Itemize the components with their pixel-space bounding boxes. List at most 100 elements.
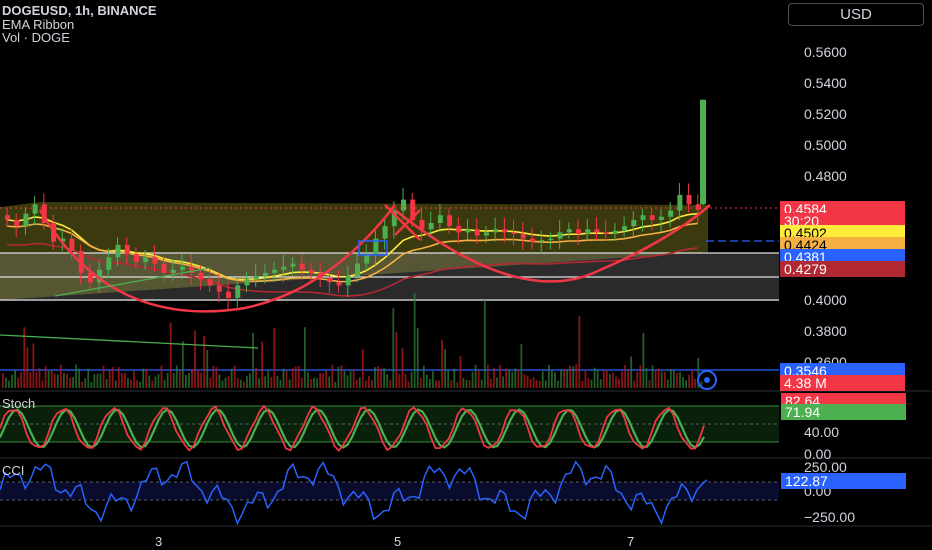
volume-bar: [669, 369, 672, 388]
volume-bar: [212, 365, 215, 388]
volume-bar: [496, 377, 498, 388]
volume-bar: [337, 366, 340, 388]
volume-bar: [81, 381, 84, 388]
candle: [124, 244, 130, 255]
candle: [668, 210, 674, 217]
cci-label[interactable]: CCI: [2, 463, 24, 478]
candle: [612, 230, 618, 234]
stoch-label[interactable]: Stoch: [2, 396, 35, 411]
volume-bar: [511, 371, 514, 388]
volume-bar: [166, 373, 169, 388]
price-tick: 0.4800: [804, 168, 847, 184]
volume-bar: [148, 375, 151, 388]
price-tick: 0.5600: [804, 44, 847, 60]
volume-bar: [69, 377, 71, 388]
volume-bar: [273, 327, 276, 388]
candle: [14, 219, 20, 227]
candle: [5, 215, 10, 220]
volume-bar: [175, 365, 178, 388]
volume-bar: [133, 370, 135, 388]
volume-bar: [371, 380, 373, 388]
volume-bar: [584, 370, 587, 388]
volume-bar: [541, 371, 544, 388]
volume-bar: [502, 376, 504, 388]
volume-bar: [154, 376, 157, 388]
volume-bar: [419, 377, 422, 388]
volume-bar: [224, 377, 227, 388]
volume-bar: [407, 381, 410, 388]
volume-bar: [200, 372, 203, 388]
volume-bar: [499, 364, 501, 388]
volume-bar: [380, 368, 382, 388]
volume-bar: [297, 366, 300, 388]
volume-bar: [630, 356, 633, 388]
volume-bar: [605, 370, 608, 388]
volume-bar: [441, 340, 443, 388]
candle: [576, 229, 582, 234]
volume-bar: [233, 365, 236, 388]
candle: [428, 223, 434, 230]
volume-bar: [108, 370, 111, 388]
volume-bar: [157, 374, 160, 388]
volume-bar: [20, 371, 23, 388]
candle: [622, 226, 628, 231]
volume-bar: [242, 381, 245, 388]
volume-bar: [349, 371, 352, 388]
volume-bar: [169, 322, 172, 388]
candle: [281, 266, 287, 270]
volume-bar: [456, 381, 459, 388]
volume-bar: [316, 378, 318, 388]
symbol-title[interactable]: DOGEUSD, 1h, BINANCE: [2, 4, 157, 18]
volume-bar: [493, 367, 495, 388]
volume-bar: [691, 370, 694, 388]
volume-bar: [282, 368, 285, 388]
stoch-tick-40: 40.00: [804, 424, 840, 440]
volume-bar: [206, 350, 209, 388]
candle: [198, 272, 204, 280]
volume-bar: [343, 370, 346, 388]
volume-bar: [288, 379, 291, 388]
volume-bar: [612, 372, 614, 388]
volume-bar: [84, 378, 87, 388]
candle: [345, 276, 351, 286]
volume-bar: [47, 371, 50, 388]
volume-bar: [267, 370, 270, 388]
candle: [244, 279, 250, 286]
volume-bar: [209, 377, 212, 388]
volume-bar: [566, 370, 569, 388]
currency-button[interactable]: USD: [788, 3, 924, 26]
volume-bar: [389, 380, 392, 388]
volume-bar: [474, 364, 477, 388]
volume-bar: [368, 376, 370, 388]
volume-bar: [673, 369, 675, 388]
volume-bar: [575, 364, 578, 388]
volume-bar: [593, 367, 596, 388]
candle: [585, 229, 591, 234]
volume-bar: [203, 336, 206, 388]
volume-bar: [221, 380, 224, 388]
candle: [493, 229, 499, 233]
volume-bar: [331, 364, 334, 388]
volume-bar: [78, 368, 81, 388]
candle: [483, 232, 489, 236]
volume-bar: [444, 349, 447, 388]
candle: [290, 263, 296, 267]
alert-marker-dot: [704, 377, 710, 383]
volume-bar: [508, 369, 511, 388]
volume-bar: [117, 367, 120, 388]
volume-bar: [465, 379, 468, 388]
candle: [216, 285, 222, 292]
volume-bar: [608, 374, 611, 388]
volume-bar: [663, 371, 666, 388]
volume-bar: [425, 374, 428, 388]
volume-bar: [181, 341, 184, 388]
volume-bar: [114, 380, 117, 388]
volume-bar: [447, 370, 450, 388]
volume-bar: [130, 379, 132, 388]
volume-legend[interactable]: Vol · DOGE: [2, 31, 70, 45]
volume-bar: [666, 379, 669, 388]
volume-bar: [633, 380, 636, 388]
candle: [566, 229, 572, 233]
volume-bar: [63, 373, 65, 388]
volume-bar: [636, 371, 639, 388]
